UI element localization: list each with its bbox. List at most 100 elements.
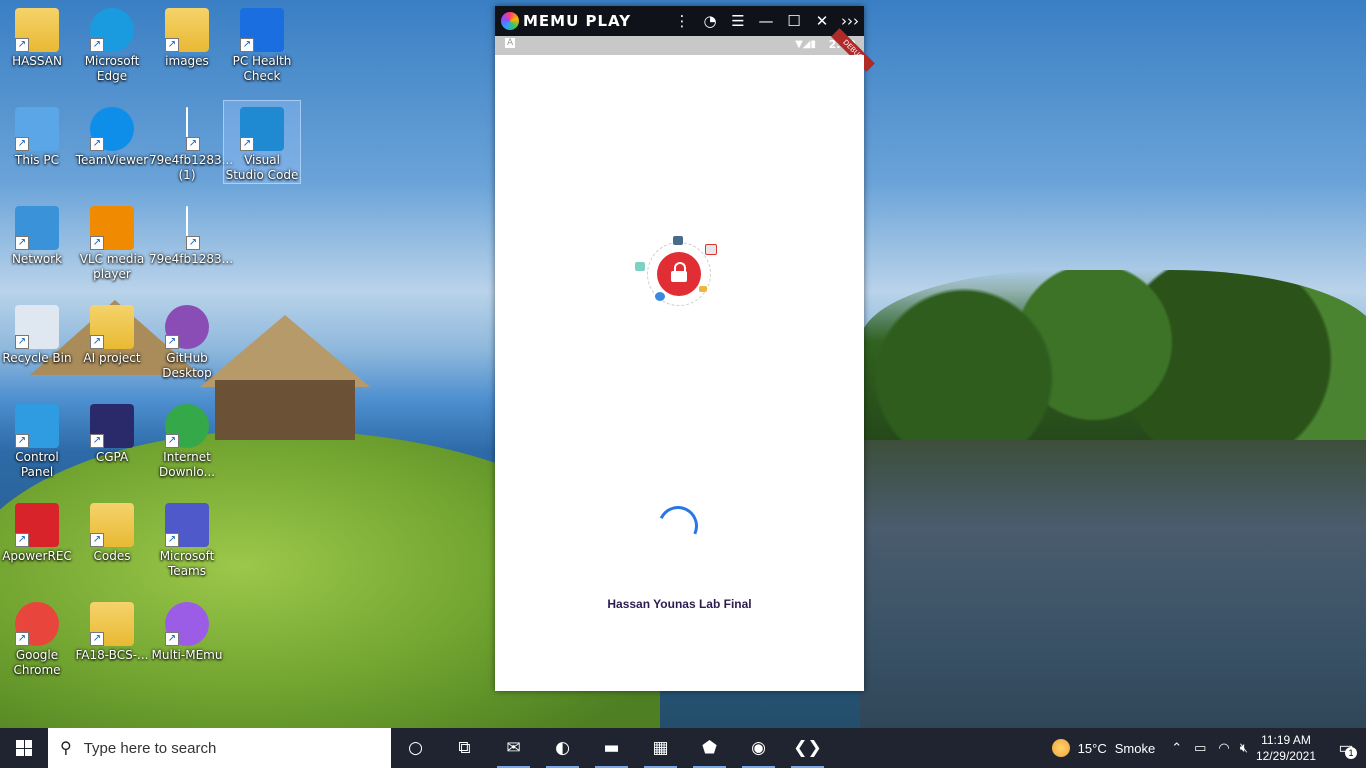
desktop-icon[interactable]: ↗ Control Panel [0, 398, 75, 480]
desktop-icon[interactable]: ↗ 79e4fb1283... [149, 200, 234, 267]
desktop-icon[interactable]: ↗ Codes [74, 497, 150, 564]
desktop-icon-label: 79e4fb1283... [149, 252, 234, 266]
desktop-icon[interactable]: ↗ GitHub Desktop [149, 299, 225, 381]
shortcut-arrow-icon: ↗ [90, 335, 104, 349]
desktop-icon[interactable]: ↗ Microsoft Edge [74, 2, 150, 84]
shortcut-arrow-icon: ↗ [15, 533, 29, 547]
shortcut-arrow-icon: ↗ [90, 38, 104, 52]
vscode-icon[interactable]: ❮❯ [783, 728, 832, 768]
shortcut-arrow-icon: ↗ [15, 38, 29, 52]
desktop-icon[interactable]: ↗ Google Chrome [0, 596, 75, 678]
mail-icon[interactable]: ✉ [489, 728, 538, 768]
desktop-icon-label: images [165, 54, 209, 68]
shortcut-arrow-icon: ↗ [165, 38, 179, 52]
shortcut-arrow-icon: ↗ [15, 434, 29, 448]
file-icon: ↗ [186, 107, 200, 151]
desktop-icon[interactable]: ↗ AI project [74, 299, 150, 366]
desktop-icon-label: Multi-MEmu [151, 648, 223, 662]
desktop-icon[interactable]: ↗ Recycle Bin [0, 299, 75, 366]
desktop-icon[interactable]: ↗ CGPA [74, 398, 150, 465]
desktop-icon[interactable]: ↗ VLC media player [74, 200, 150, 282]
taskbar-pinned-apps: ○ ⧉ ✉ ◐ ▬ ▦ ⬟ ◉ ❮❯ [391, 728, 832, 768]
memu-window[interactable]: MEMU PLAY ⋮ ◔ ☰ — ☐ ✕ ››› A ▼◢▮ 2:19 DEB… [495, 6, 875, 691]
desktop-icon[interactable]: ↗ Microsoft Teams [149, 497, 225, 579]
desktop-icon-label: Network [11, 252, 63, 266]
folder-icon: ↗ [90, 503, 134, 547]
desktop-icon[interactable]: ↗ HASSAN [0, 2, 75, 69]
volume-muted-icon[interactable]: 🔇︎ [1240, 740, 1248, 756]
notification-icon: A [505, 38, 516, 48]
desktop-icon[interactable]: ↗ PC Health Check [224, 2, 300, 84]
desktop-icon-label: Internet Downlo... [159, 450, 215, 479]
desktop-icon-label: Codes [93, 549, 131, 563]
envelope-icon [699, 286, 707, 292]
edge-icon[interactable]: ◐ [538, 728, 587, 768]
teams-icon: ↗ [165, 503, 209, 547]
chrome-icon[interactable]: ◉ [734, 728, 783, 768]
file-explorer-icon[interactable]: ▬ [587, 728, 636, 768]
memu-titlebar[interactable]: MEMU PLAY ⋮ ◔ ☰ — ☐ ✕ ››› [495, 6, 864, 36]
account-icon[interactable]: ◔ [696, 6, 724, 36]
maximize-icon[interactable]: ☐ [780, 6, 808, 36]
clock-date: 12/29/2021 [1255, 749, 1316, 763]
task-view-icon[interactable]: ⧉ [440, 728, 489, 768]
desktop-icon-label: Microsoft Teams [159, 549, 215, 578]
chevron-up-icon[interactable]: ⌃ [1171, 740, 1182, 756]
folder-icon: ↗ [90, 602, 134, 646]
desktop-icon[interactable]: ↗ 79e4fb1283... (1) [149, 101, 233, 183]
desktop-icon[interactable]: ↗ Multi-MEmu [149, 596, 225, 663]
desktop-icon[interactable]: ↗ FA18-BCS-... [74, 596, 150, 663]
kebab-menu-icon[interactable]: ⋮ [668, 6, 696, 36]
desktop-icon[interactable]: ↗ This PC [0, 101, 75, 168]
taskbar-clock[interactable]: 11:19 AM 12/29/2021 [1256, 732, 1316, 764]
shortcut-arrow-icon: ↗ [165, 434, 179, 448]
desktop-icon-label: This PC [15, 153, 59, 167]
hamburger-menu-icon[interactable]: ☰ [724, 6, 752, 36]
forest-treeline [860, 270, 1366, 450]
memu-icon[interactable]: ⬟ [685, 728, 734, 768]
close-icon[interactable]: ✕ [808, 6, 836, 36]
shortcut-arrow-icon: ↗ [240, 38, 254, 52]
desktop-icon[interactable]: ↗ Internet Downlo... [149, 398, 225, 480]
network-icon: ↗ [15, 206, 59, 250]
wifi-icon[interactable]: ◠ [1218, 740, 1229, 756]
vscode-icon: ↗ [240, 107, 284, 151]
android-status-bar: A ▼◢▮ 2:19 DEBUG [495, 28, 875, 72]
shortcut-arrow-icon: ↗ [186, 137, 200, 151]
file-icon: ↗ [186, 206, 200, 250]
desktop-icon-label: Visual Studio Code [225, 153, 299, 182]
search-icon: ⚲ [60, 740, 72, 757]
desktop-icon-label: Control Panel [15, 450, 59, 479]
shortcut-arrow-icon: ↗ [186, 236, 200, 250]
desktop-icon[interactable]: ↗ Network [0, 200, 75, 267]
taskbar-search-box[interactable]: ⚲ Type here to search [48, 728, 391, 768]
desktop-icon[interactable]: ↗ Visual Studio Code [223, 100, 301, 184]
control-panel-icon: ↗ [15, 404, 59, 448]
desktop-icon-label: Google Chrome [13, 648, 61, 677]
card-icon [635, 262, 645, 271]
weather-icon[interactable] [1051, 739, 1070, 757]
minimize-icon[interactable]: — [752, 6, 780, 36]
monitor-icon [673, 236, 683, 245]
action-center-button[interactable]: ▭ 1 [1326, 728, 1366, 768]
shortcut-arrow-icon: ↗ [90, 434, 104, 448]
desktop-icon[interactable]: ↗ TeamViewer [74, 101, 150, 168]
microsoft-store-icon[interactable]: ▦ [636, 728, 685, 768]
shortcut-arrow-icon: ↗ [165, 632, 179, 646]
cortana-icon[interactable]: ○ [391, 728, 440, 768]
weather-condition[interactable]: Smoke [1115, 741, 1155, 756]
start-button[interactable] [0, 728, 48, 768]
system-tray: 15°C Smoke ⌃ ▭ ◠ 🔇︎ 11:19 AM 12/29/2021 … [1051, 728, 1366, 768]
folder-icon: ↗ [165, 8, 209, 52]
desktop-icon-label: Microsoft Edge [84, 54, 140, 83]
river-water [860, 440, 1366, 728]
search-placeholder: Type here to search [83, 739, 217, 757]
security-lock-illustration [635, 236, 725, 306]
battery-icon[interactable]: ▭ [1194, 740, 1206, 756]
desktop-icon[interactable]: ↗ images [149, 2, 225, 69]
desktop-icon-label: CGPA [95, 450, 129, 464]
folder-icon: ↗ [90, 305, 134, 349]
weather-temp[interactable]: 15°C [1078, 741, 1107, 756]
desktop-icon-label: PC Health Check [232, 54, 292, 83]
desktop-icon[interactable]: ↗ ApowerREC [0, 497, 75, 564]
